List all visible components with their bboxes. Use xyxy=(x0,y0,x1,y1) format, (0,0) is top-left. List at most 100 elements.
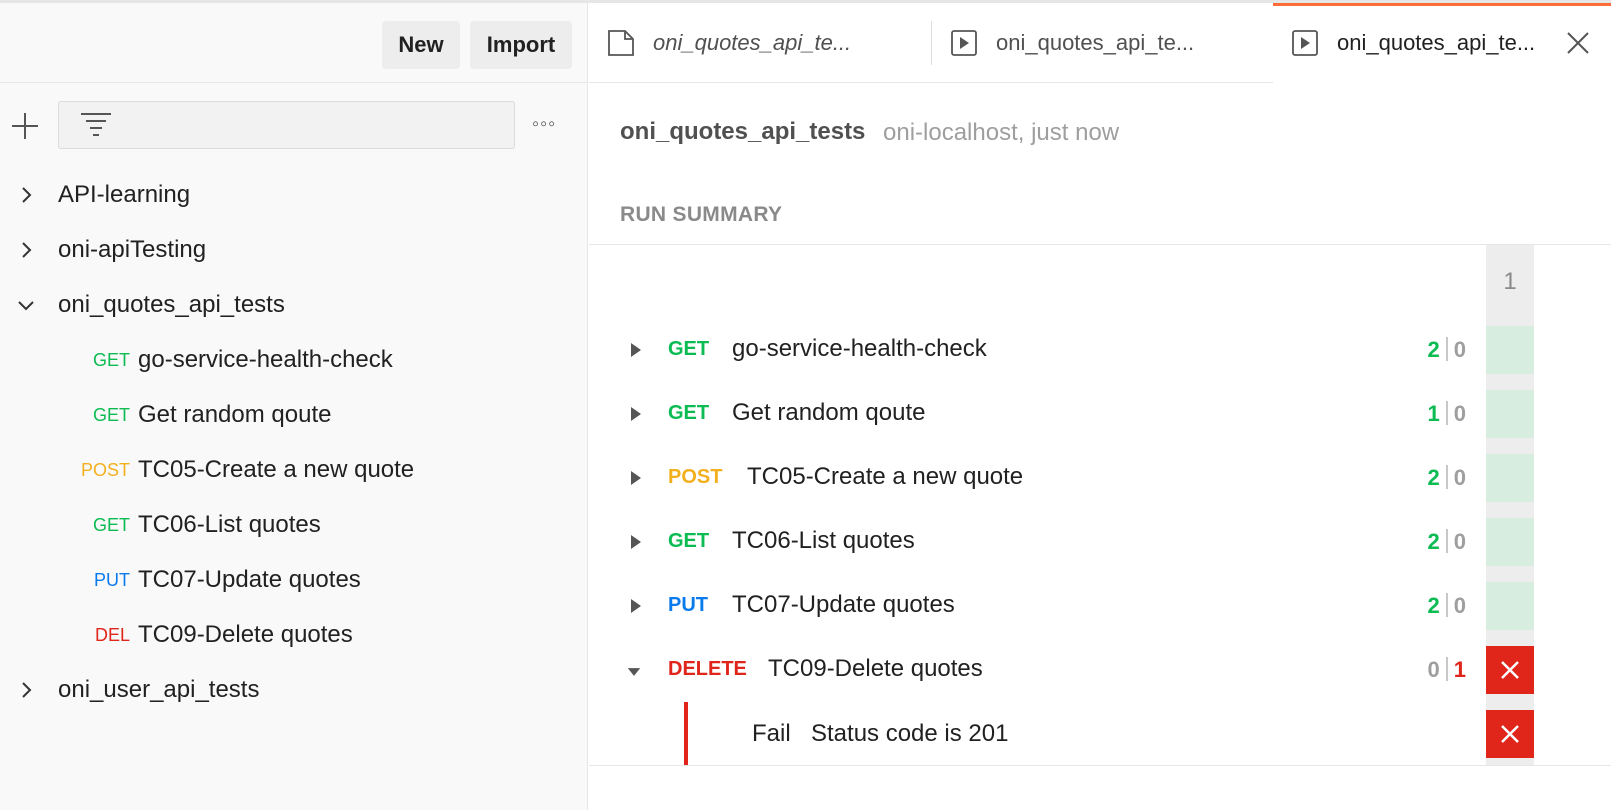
fail-count: 0 xyxy=(1453,593,1466,618)
sidebar-header: New Import xyxy=(0,3,588,83)
divider xyxy=(589,244,1611,245)
method-badge: POST xyxy=(668,466,723,488)
tab-runner-active[interactable]: oni_quotes_api_te... xyxy=(1273,3,1611,83)
collection-item-oni-quotes-api-tests[interactable]: oni_quotes_api_tests xyxy=(0,277,588,333)
app-window: New Import ◦◦◦ API-learning oni-apiTesti… xyxy=(0,0,1611,810)
more-options-icon[interactable]: ◦◦◦ xyxy=(532,114,562,134)
close-icon xyxy=(1501,725,1519,743)
run-request-row[interactable]: GET TC06-List quotes 20 xyxy=(589,512,1486,572)
caret-right-icon[interactable] xyxy=(629,342,643,358)
sidebar-request-item[interactable]: DEL TC09-Delete quotes xyxy=(0,607,588,663)
collection-name: oni_user_api_tests xyxy=(58,676,260,703)
tab-label: oni_quotes_api_te... xyxy=(996,30,1195,55)
request-name: go-service-health-check xyxy=(732,335,987,362)
run-collection-title: oni_quotes_api_tests xyxy=(620,118,866,145)
fail-count: 1 xyxy=(1453,657,1466,682)
iteration-pass-cell[interactable] xyxy=(1486,454,1534,502)
runner-icon xyxy=(951,30,977,56)
fail-count: 0 xyxy=(1453,401,1466,426)
request-name: Get random qoute xyxy=(138,401,332,428)
assertion-fail-cell[interactable] xyxy=(1486,710,1534,758)
request-name: TC05-Create a new quote xyxy=(138,456,415,483)
request-name: go-service-health-check xyxy=(138,346,393,373)
iteration-pass-cell[interactable] xyxy=(1486,582,1534,630)
request-name: TC09-Delete quotes xyxy=(768,655,983,682)
collection-name: oni_quotes_api_tests xyxy=(58,291,285,318)
run-request-row[interactable]: PUT TC07-Update quotes 20 xyxy=(589,576,1486,636)
collection-name: oni-apiTesting xyxy=(58,236,207,263)
sidebar-request-item[interactable]: GET Get random qoute xyxy=(0,387,588,443)
fail-count: 0 xyxy=(1453,337,1466,362)
divider xyxy=(589,765,1611,766)
sidebar-request-item[interactable]: PUT TC07-Update quotes xyxy=(0,552,588,608)
pass-count: 0 xyxy=(1427,657,1440,682)
iteration-number[interactable]: 1 xyxy=(1486,268,1534,296)
chevron-right-icon[interactable] xyxy=(16,680,36,700)
collection-item-oni-apitesting[interactable]: oni-apiTesting xyxy=(0,222,588,278)
run-request-row[interactable]: GET go-service-health-check 20 xyxy=(589,320,1486,380)
request-name: Get random qoute xyxy=(732,399,926,426)
caret-right-icon[interactable] xyxy=(629,534,643,550)
iteration-pass-cell[interactable] xyxy=(1486,326,1534,374)
method-badge: POST xyxy=(80,459,130,480)
pass-fail-count: 01 xyxy=(1427,657,1466,683)
run-request-row[interactable]: GET Get random qoute 10 xyxy=(589,384,1486,444)
pass-count: 2 xyxy=(1427,529,1440,554)
method-badge: GET xyxy=(668,530,710,552)
method-badge: PUT xyxy=(94,569,130,590)
collection-icon xyxy=(608,30,634,56)
tab-collection[interactable]: oni_quotes_api_te... xyxy=(589,3,931,83)
pass-fail-count: 20 xyxy=(1428,593,1466,619)
runner-icon xyxy=(1292,30,1318,56)
sidebar-request-item[interactable]: GET go-service-health-check xyxy=(0,332,588,388)
collection-name: API-learning xyxy=(58,181,191,208)
method-badge: GET xyxy=(92,514,130,535)
close-icon[interactable] xyxy=(1565,30,1591,56)
chevron-down-icon[interactable] xyxy=(16,295,36,315)
request-name: TC09-Delete quotes xyxy=(138,621,353,648)
pass-fail-count: 20 xyxy=(1427,465,1466,491)
tab-label: oni_quotes_api_te... xyxy=(653,30,852,55)
method-badge: DELETE xyxy=(668,658,747,680)
sidebar-toolbar: ◦◦◦ xyxy=(0,83,588,167)
method-badge: DEL xyxy=(94,624,130,645)
assertion-name: Status code is 201 xyxy=(811,720,1009,747)
tab-bar: oni_quotes_api_te... oni_quotes_api_te..… xyxy=(589,3,1611,83)
request-name: TC07-Update quotes xyxy=(732,591,955,618)
method-badge: GET xyxy=(668,338,710,360)
method-badge: GET xyxy=(668,402,710,424)
iteration-fail-cell[interactable] xyxy=(1486,646,1534,694)
collection-item-oni-user-api-tests[interactable]: oni_user_api_tests xyxy=(0,662,588,718)
chevron-right-icon[interactable] xyxy=(16,240,36,260)
sidebar-request-item[interactable]: POST TC05-Create a new quote xyxy=(0,442,588,498)
iteration-pass-cell[interactable] xyxy=(1486,518,1534,566)
fail-indicator-bar xyxy=(684,702,688,765)
run-request-row[interactable]: DELETE TC09-Delete quotes 01 xyxy=(589,640,1486,700)
collection-item-api-learning[interactable]: API-learning xyxy=(0,167,588,223)
run-environment-time: oni-localhost, just now xyxy=(883,119,1120,146)
iteration-pass-cell[interactable] xyxy=(1486,390,1534,438)
method-badge: GET xyxy=(92,349,130,370)
request-name: TC06-List quotes xyxy=(138,511,321,538)
import-button[interactable]: Import xyxy=(470,21,572,69)
request-name: TC06-List quotes xyxy=(732,527,915,554)
request-name: TC07-Update quotes xyxy=(138,566,361,593)
add-collection-plus-icon[interactable] xyxy=(12,113,38,139)
caret-right-icon[interactable] xyxy=(629,470,643,486)
method-badge: PUT xyxy=(668,594,708,616)
sidebar-request-item[interactable]: GET TC06-List quotes xyxy=(0,497,588,553)
caret-right-icon[interactable] xyxy=(629,406,643,422)
filter-input[interactable] xyxy=(58,101,515,149)
chevron-right-icon[interactable] xyxy=(16,185,36,205)
request-name: TC05-Create a new quote xyxy=(747,463,1024,490)
tab-runner[interactable]: oni_quotes_api_te... xyxy=(932,3,1273,83)
fail-count: 0 xyxy=(1453,465,1466,490)
new-button[interactable]: New xyxy=(382,21,460,69)
tab-label: oni_quotes_api_te... xyxy=(1337,30,1536,55)
run-request-row[interactable]: POST TC05-Create a new quote 20 xyxy=(589,448,1486,508)
assertion-result: Fail xyxy=(752,720,791,747)
pass-count: 2 xyxy=(1427,465,1440,490)
caret-right-icon[interactable] xyxy=(629,598,643,614)
caret-down-icon[interactable] xyxy=(627,664,641,680)
pass-count: 2 xyxy=(1427,337,1440,362)
